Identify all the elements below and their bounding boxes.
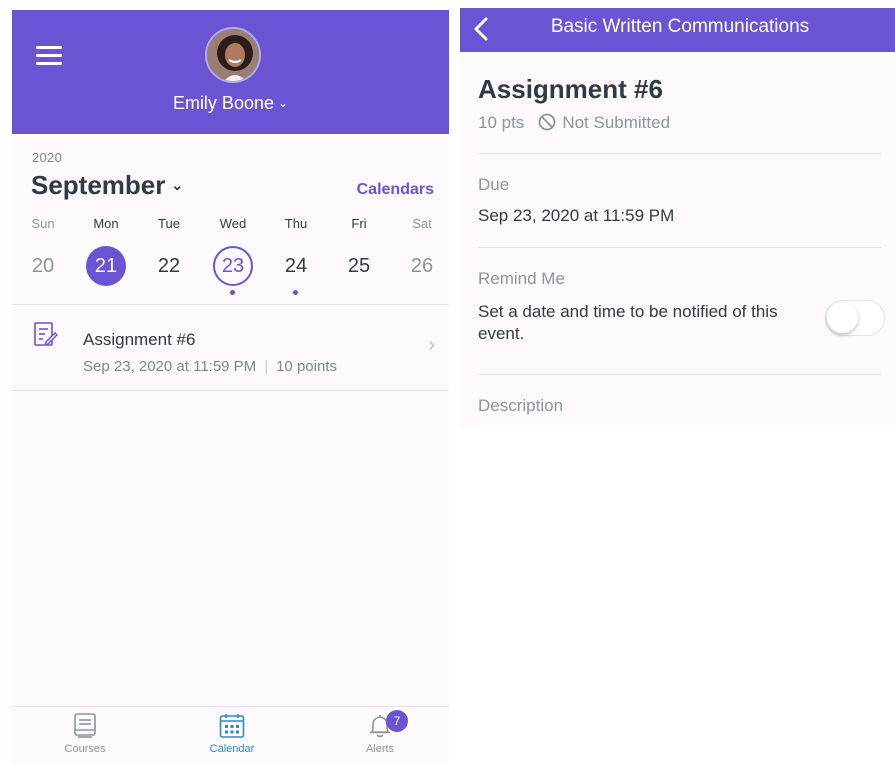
weekday-wed: Wed <box>219 216 247 231</box>
day-23-today[interactable]: 23 <box>213 246 253 286</box>
assignment-subtitle: 10 pts Not Submitted <box>478 113 670 133</box>
chevron-right-icon: › <box>428 334 435 356</box>
assignment-icon <box>34 322 58 348</box>
weekday-header: Sun Mon Tue Wed Thu Fri Sat <box>12 216 449 238</box>
calendars-button[interactable]: Calendars <box>357 181 434 199</box>
menu-icon[interactable] <box>36 46 62 66</box>
assignment-detail-screen: Basic Written Communications Assignment … <box>460 8 895 426</box>
event-list-item[interactable]: Assignment #6 Sep 23, 2020 at 11:59 PM | 1… <box>12 306 449 390</box>
weekday-tue: Tue <box>158 216 180 231</box>
event-meta: Sep 23, 2020 at 11:59 PM | 10 points <box>83 358 337 375</box>
day-21-selected[interactable]: 21 <box>86 246 126 286</box>
tab-label: Alerts <box>365 743 395 755</box>
divider <box>12 304 449 305</box>
user-name: Emily Boone <box>172 93 274 113</box>
tab-courses[interactable]: Courses <box>35 713 135 755</box>
screenshot-canvas: Emily Boone ⌄ 2020 September ⌄ Calendars S… <box>0 0 895 765</box>
event-title: Assignment #6 <box>83 330 196 349</box>
course-title: Basic Written Communications <box>550 16 810 37</box>
divider <box>478 374 881 375</box>
calendar-icon <box>219 714 245 738</box>
meta-separator: | <box>264 358 269 375</box>
detail-header: Basic Written Communications <box>460 8 895 52</box>
weekday-thu: Thu <box>284 216 308 231</box>
event-dot <box>293 290 298 295</box>
divider <box>478 247 881 248</box>
day-20[interactable]: 20 <box>23 246 63 286</box>
profile-header: Emily Boone ⌄ <box>12 10 449 134</box>
description-label: Description <box>478 396 564 415</box>
assignment-points: 10 pts <box>478 113 525 132</box>
avatar[interactable] <box>205 27 261 83</box>
remind-me-toggle[interactable] <box>825 300 885 336</box>
due-label: Due <box>478 175 510 194</box>
calendar-screen: Emily Boone ⌄ 2020 September ⌄ Calendars S… <box>12 10 449 762</box>
not-submitted-icon <box>538 113 556 131</box>
due-value: Sep 23, 2020 at 11:59 PM <box>478 206 675 225</box>
divider <box>478 153 881 154</box>
chevron-down-icon: ⌄ <box>278 96 289 110</box>
week-days-row: 20 21 22 23 24 25 26 <box>12 246 449 296</box>
user-name-dropdown[interactable]: Emily Boone ⌄ <box>12 93 449 114</box>
weekday-fri: Fri <box>351 216 367 231</box>
weekday-sun: Sun <box>31 216 55 231</box>
calendar-year: 2020 <box>32 150 63 165</box>
remind-me-label: Remind Me <box>478 269 565 288</box>
tab-alerts[interactable]: 7 Alerts <box>330 710 430 755</box>
day-26[interactable]: 26 <box>402 246 442 286</box>
day-25[interactable]: 25 <box>339 246 379 286</box>
submission-status: Not Submitted <box>562 113 671 132</box>
tab-bar: Courses Calendar 7 Alerts <box>12 706 449 762</box>
chevron-down-icon: ⌄ <box>171 177 184 193</box>
day-24[interactable]: 24 <box>276 246 316 286</box>
event-points: 10 points <box>276 358 337 375</box>
assignment-title: Assignment #6 <box>478 74 663 104</box>
remind-me-text: Set a date and time to be notified of th… <box>478 302 778 343</box>
toggle-knob <box>827 302 858 333</box>
tab-calendar[interactable]: Calendar <box>182 713 282 755</box>
courses-icon <box>74 713 96 738</box>
day-22[interactable]: 22 <box>149 246 189 286</box>
tab-label: Courses <box>64 743 106 755</box>
weekday-sat: Sat <box>412 216 432 231</box>
divider <box>12 390 449 391</box>
weekday-mon: Mon <box>93 216 119 231</box>
event-date: Sep 23, 2020 at 11:59 PM <box>83 358 257 375</box>
month-selector[interactable]: September ⌄ <box>31 170 183 201</box>
event-dot <box>230 290 235 295</box>
month-label: September <box>31 170 166 200</box>
tab-label: Calendar <box>209 743 255 755</box>
alerts-badge: 7 <box>386 710 408 732</box>
